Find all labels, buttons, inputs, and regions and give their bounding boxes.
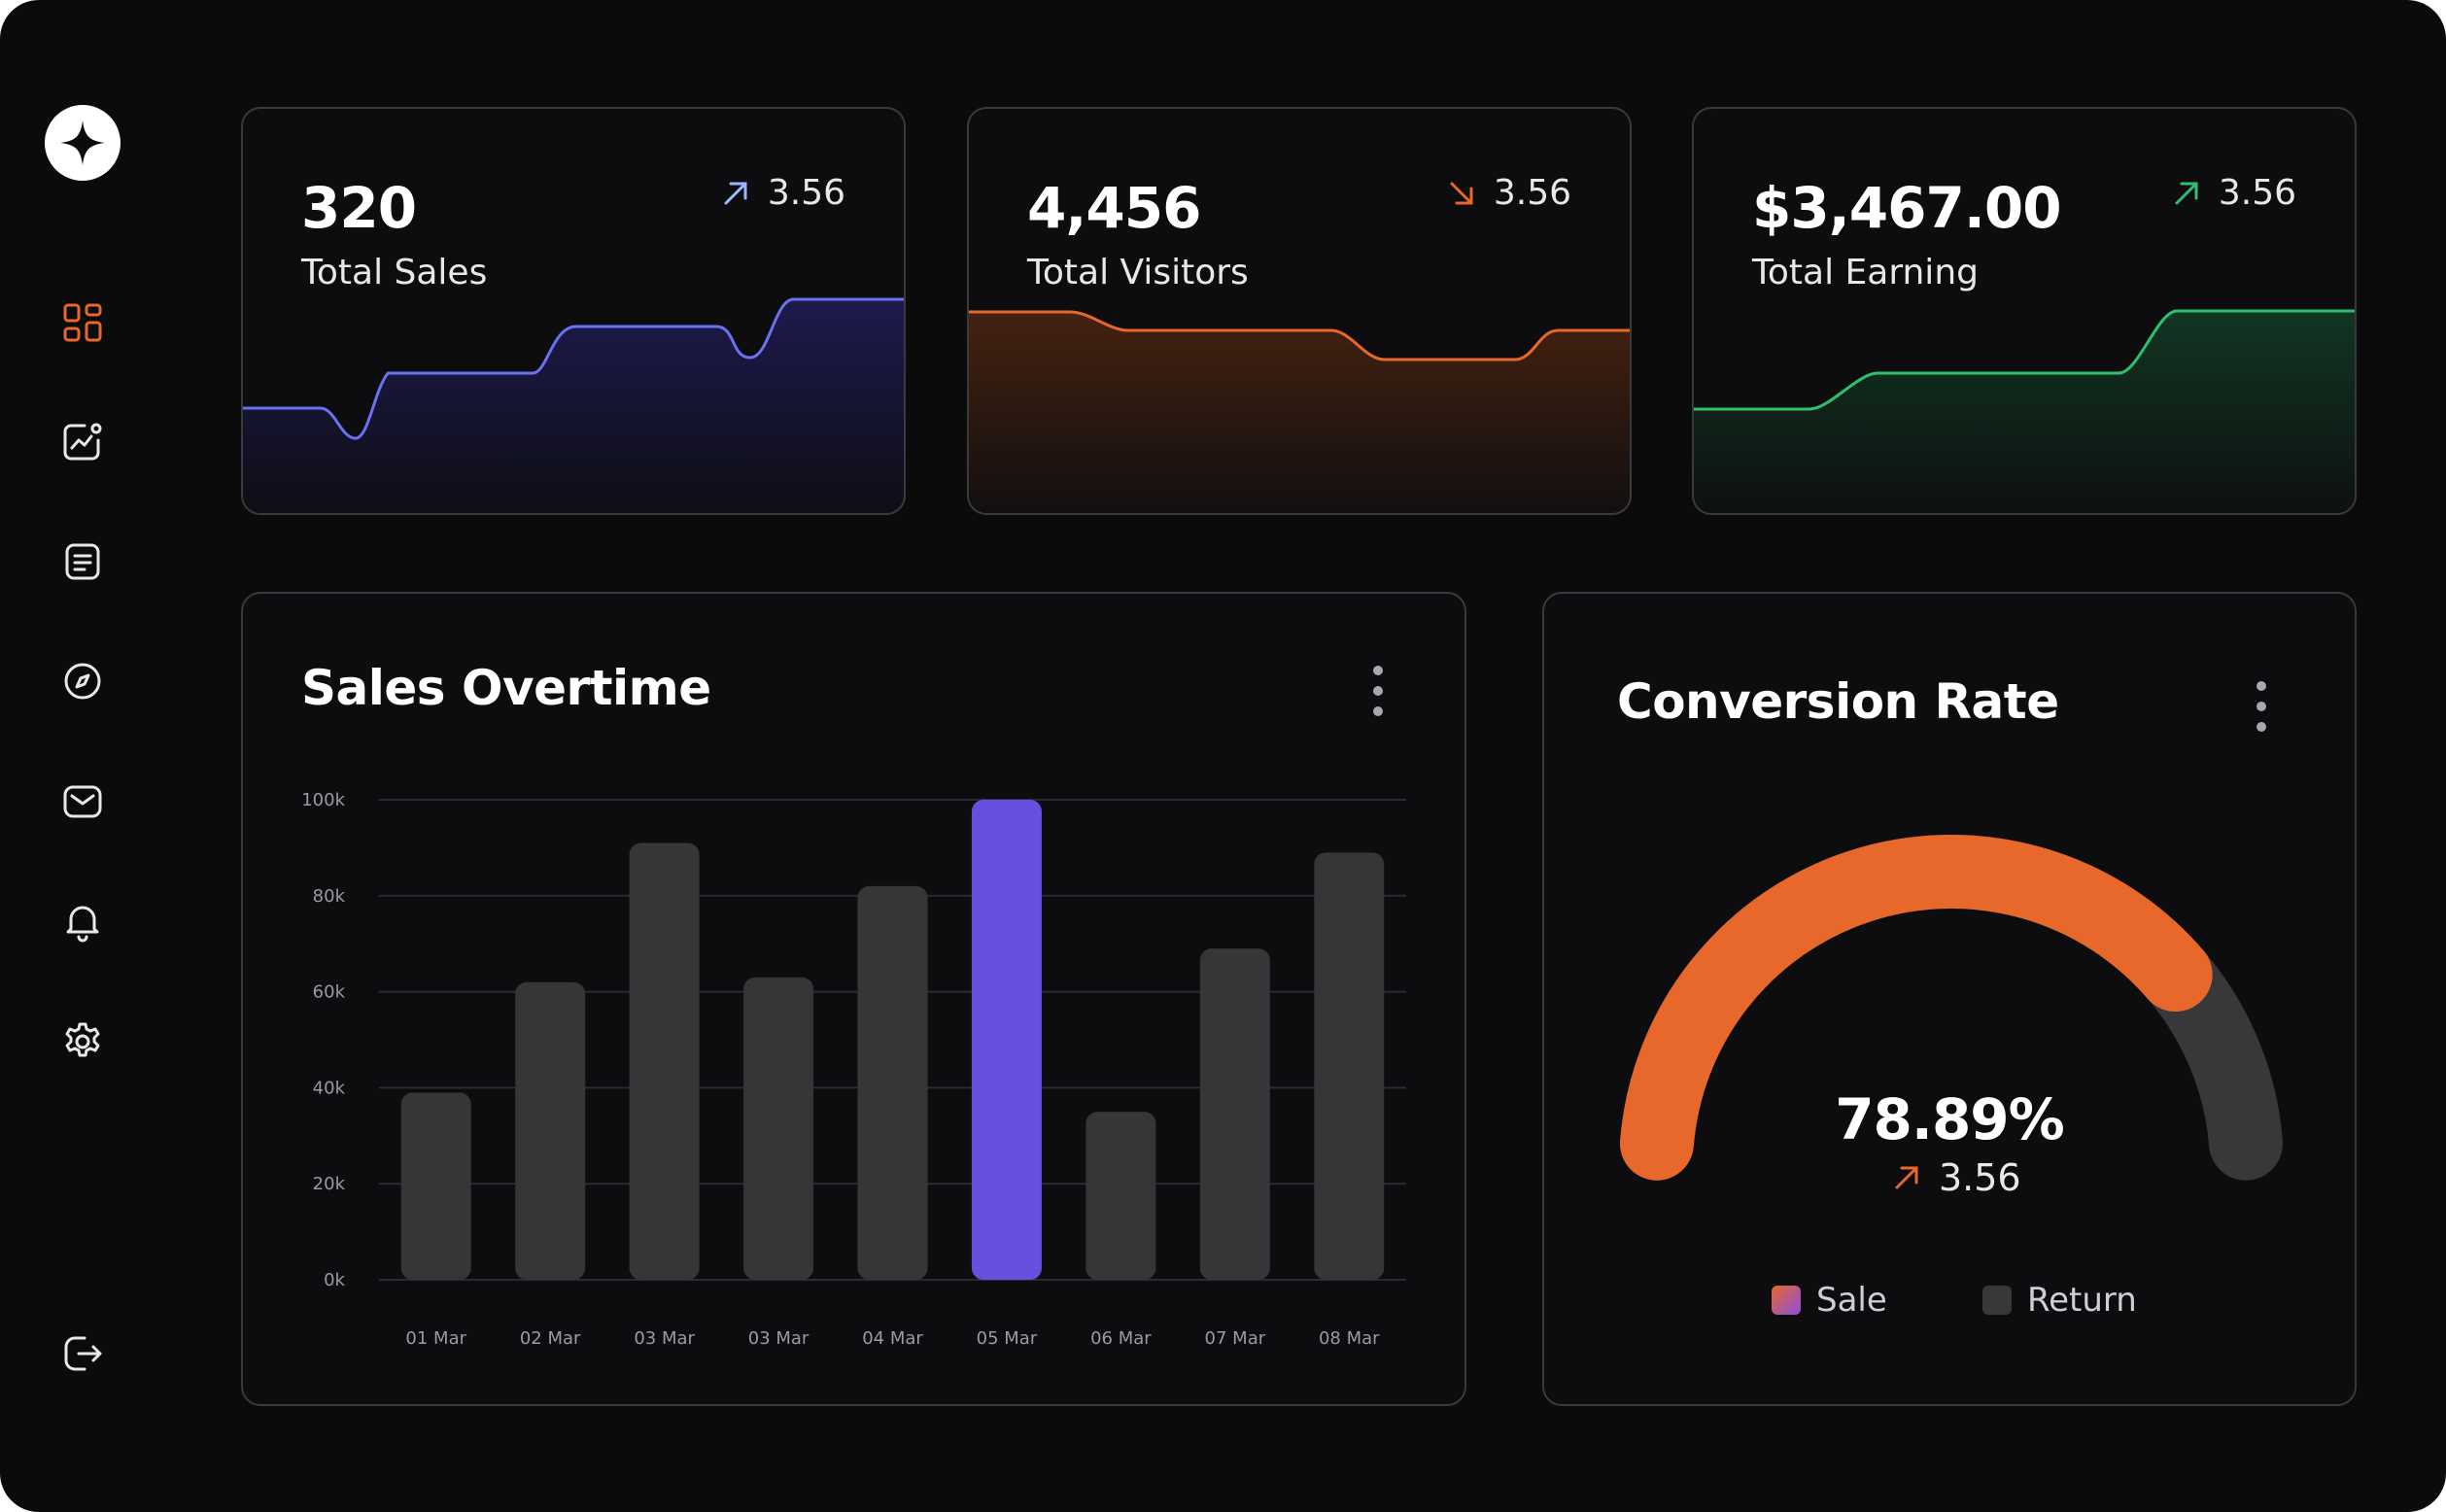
bar [1314,852,1385,1280]
arrow-up-right-icon [724,182,747,204]
stat-card-total-sales: 320 Total Sales 3.56 [241,107,906,515]
trend-value: 3.56 [767,173,845,213]
sparkline-total-sales [243,297,904,513]
x-tick-label: 04 Mar [862,1328,923,1349]
legend-swatch [1982,1286,2012,1315]
bar [515,981,586,1280]
mail-icon[interactable] [58,777,107,826]
stat-value: 320 [301,175,417,241]
legend-swatch [1772,1286,1801,1315]
document-list-icon[interactable] [58,537,107,586]
legend-sale: Sale [1772,1281,1887,1320]
legend-label: Sale [1816,1281,1887,1320]
y-tick-label: 80k [313,886,346,907]
y-tick-label: 0k [324,1270,345,1290]
x-tick-label: 01 Mar [405,1328,466,1349]
conversion-gauge [1619,835,2284,1181]
trend-indicator: 3.56 [1445,173,1571,213]
sales-bar-chart: 0k 20k 40k 60k 80k 100k 01 Mar 02 Mar 03 Mar 03 M… [301,790,1406,1349]
settings-gear-icon[interactable] [58,1017,107,1066]
bell-icon[interactable] [58,897,107,945]
x-tick-label: 02 Mar [520,1328,581,1349]
x-tick-label: 06 Mar [1090,1328,1152,1349]
x-tick-label: 07 Mar [1205,1328,1266,1349]
legend-return: Return [1982,1281,2137,1320]
x-tick-label: 05 Mar [977,1328,1038,1349]
conversion-value: 78.89% [1835,1086,2065,1152]
sidebar [0,0,175,1512]
conversion-rate-card: Conversion Rate [1542,592,2357,1406]
x-tick-label: 03 Mar [748,1328,810,1349]
trend-value: 3.56 [1493,173,1571,213]
x-tick-label: 08 Mar [1319,1328,1380,1349]
legend-label: Return [2027,1281,2137,1320]
conversion-trend: 3.56 [1890,1156,2021,1199]
y-tick-label: 100k [301,790,345,810]
stat-value: $3,467.00 [1752,175,2062,241]
trend-value: 3.56 [1939,1156,2021,1199]
bar [971,800,1042,1280]
bar [1085,1112,1156,1280]
stat-value: 4,456 [1027,175,1201,241]
stat-card-total-visitors: 4,456 Total Visitors 3.56 [967,107,1632,515]
sales-overtime-card: Sales Overtime 0k 20k 40k 60k 80k 100k 01 Mar 0… [241,592,1466,1406]
compass-icon[interactable] [58,657,107,705]
arrow-up-right-icon [1895,1166,1918,1189]
sparkline-total-visitors [969,310,1630,513]
dashboard-window: 320 Total Sales 3.56 4,456 Total Visitor… [0,0,2446,1512]
arrow-up-right-icon [2175,182,2198,204]
y-tick-label: 20k [313,1174,346,1194]
dashboard-grid-icon[interactable] [58,298,107,347]
sparkline-total-earning [1694,309,2355,513]
stat-card-total-earning: $3,467.00 Total Earning 3.56 [1692,107,2357,515]
sparkle-icon[interactable] [45,105,121,181]
y-tick-label: 60k [313,982,346,1003]
bar [1199,948,1270,1280]
trend-indicator: 3.56 [2170,173,2296,213]
logout-icon[interactable] [58,1329,107,1378]
y-tick-label: 40k [313,1078,346,1098]
arrow-down-right-icon [1450,182,1473,204]
bar [400,1092,471,1280]
x-tick-label: 03 Mar [634,1328,695,1349]
bar [857,885,928,1280]
analytics-chart-icon[interactable] [58,418,107,466]
bar [743,977,814,1280]
trend-indicator: 3.56 [719,173,845,213]
trend-value: 3.56 [2218,173,2296,213]
bar [629,842,700,1280]
